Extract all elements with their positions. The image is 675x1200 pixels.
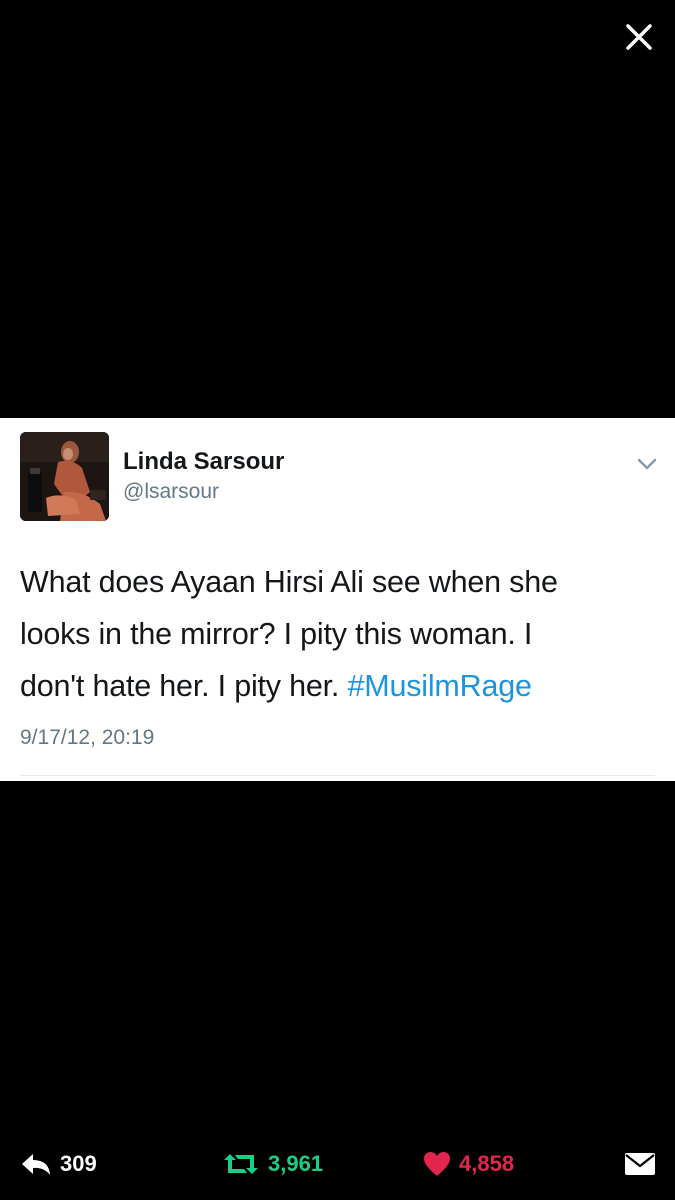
avatar[interactable] [20, 432, 109, 521]
heart-icon [424, 1152, 450, 1176]
tweet-text-line: looks in the mirror? I pity this woman. … [20, 617, 533, 651]
tweet-text-line: don't hate her. I pity her. #MusilmRage [20, 660, 660, 712]
reply-icon [22, 1154, 50, 1175]
like-button[interactable]: 4,858 [423, 1140, 514, 1188]
retweet-button[interactable]: 3,961 [222, 1140, 323, 1188]
tweet-text-line: What does Ayaan Hirsi Ali see when she [20, 565, 558, 599]
envelope-icon [625, 1153, 655, 1175]
chevron-down-icon [637, 458, 657, 470]
action-bar: 309 3,961 4,858 [0, 1140, 675, 1188]
tweet-timestamp[interactable]: 9/17/12, 20:19 [20, 726, 154, 750]
like-count: 4,858 [459, 1151, 515, 1176]
close-icon [626, 24, 652, 50]
retweet-icon [224, 1154, 258, 1174]
tweet-options-button[interactable] [632, 450, 662, 478]
reply-count: 309 [60, 1151, 97, 1176]
author-name[interactable]: Linda Sarsour [123, 448, 284, 476]
direct-message-button[interactable] [624, 1140, 656, 1188]
close-button[interactable] [620, 18, 658, 56]
reply-button[interactable]: 309 [20, 1140, 97, 1188]
tweet-card: Linda Sarsour @lsarsour What does Ayaan … [0, 418, 675, 781]
divider [20, 775, 655, 776]
retweet-count: 3,961 [268, 1151, 324, 1176]
tweet-text: What does Ayaan Hirsi Ali see when she l… [20, 556, 660, 712]
hashtag-link[interactable]: #MusilmRage [347, 669, 531, 703]
tweet-text-segment: don't hate her. I pity her. [20, 669, 348, 703]
author-handle[interactable]: @lsarsour [123, 480, 219, 504]
